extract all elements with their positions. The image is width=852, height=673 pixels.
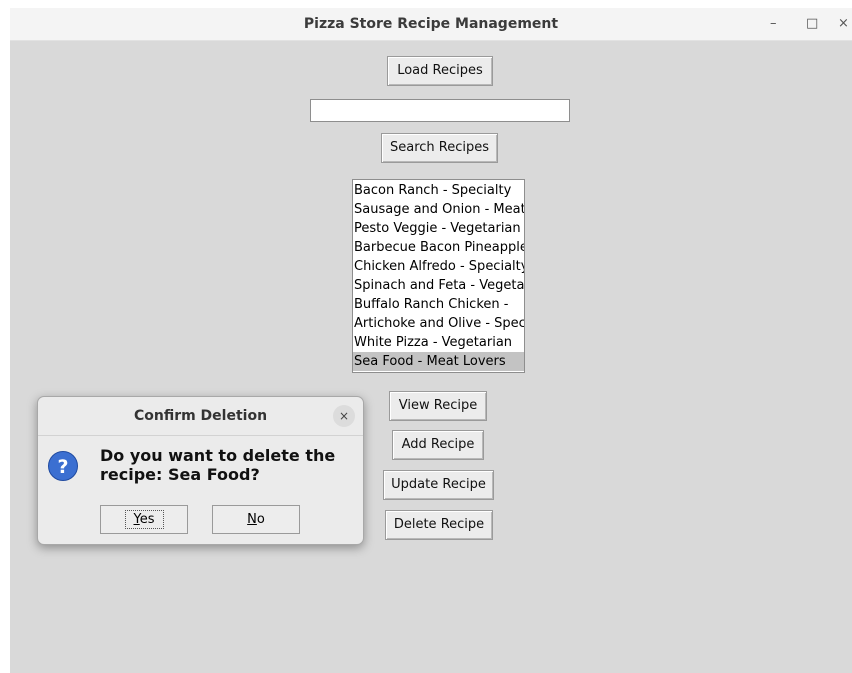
question-icon: ?	[48, 451, 78, 481]
app-window: Pizza Store Recipe Management – □ × Load…	[10, 8, 852, 673]
load-recipes-button[interactable]: Load Recipes	[387, 56, 493, 86]
focus-ring: Yes	[124, 510, 164, 529]
list-item[interactable]: White Pizza - Vegetarian	[353, 333, 524, 352]
list-item[interactable]: Spinach and Feta - Vegetarian	[353, 276, 524, 295]
close-button[interactable]: ×	[838, 8, 849, 40]
title-bar[interactable]: Pizza Store Recipe Management – □ ×	[10, 8, 852, 41]
dialog-message: Do you want to delete the recipe: Sea Fo…	[100, 446, 336, 484]
list-item[interactable]: Pesto Veggie - Vegetarian	[353, 219, 524, 238]
no-mnemonic: N	[247, 512, 257, 527]
recipe-listbox[interactable]: Bacon Ranch - Specialty Sausage and Onio…	[352, 179, 525, 373]
search-input[interactable]	[310, 99, 570, 122]
no-button[interactable]: No	[212, 505, 300, 534]
delete-recipe-button[interactable]: Delete Recipe	[385, 510, 493, 540]
update-recipe-button[interactable]: Update Recipe	[383, 470, 494, 500]
dialog-close-icon[interactable]: ×	[333, 405, 355, 427]
view-recipe-button[interactable]: View Recipe	[389, 391, 487, 421]
list-item[interactable]: Barbecue Bacon Pineapple	[353, 238, 524, 257]
list-item[interactable]: Bacon Ranch - Specialty	[353, 181, 524, 200]
list-item[interactable]: Buffalo Ranch Chicken -	[353, 295, 524, 314]
no-label: o	[256, 512, 265, 527]
list-item[interactable]: Chicken Alfredo - Specialty	[353, 257, 524, 276]
minimize-button[interactable]: –	[770, 8, 777, 40]
list-item-selected[interactable]: Sea Food - Meat Lovers	[353, 352, 524, 371]
yes-label: es	[139, 512, 155, 527]
confirm-dialog: Confirm Deletion × ? Do you want to dele…	[37, 396, 364, 545]
list-item[interactable]: Artichoke and Olive - Specialty	[353, 314, 524, 333]
maximize-button[interactable]: □	[806, 8, 818, 40]
list-item[interactable]: Sausage and Onion - Meat Lovers	[353, 200, 524, 219]
add-recipe-button[interactable]: Add Recipe	[392, 430, 484, 460]
window-title: Pizza Store Recipe Management	[303, 16, 559, 32]
search-recipes-button[interactable]: Search Recipes	[381, 133, 498, 163]
yes-button[interactable]: Yes	[100, 505, 188, 534]
dialog-title[interactable]: Confirm Deletion	[38, 397, 363, 436]
